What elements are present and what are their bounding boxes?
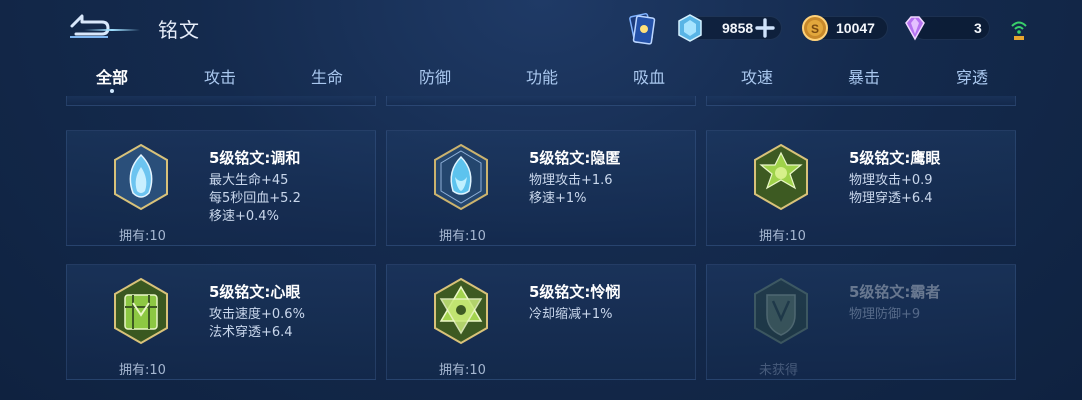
inscription-deck-button[interactable] [624, 12, 660, 45]
inscription-card[interactable]: 5级铭文:怜悯 冷却缩减+1% 拥有:10 [386, 264, 696, 380]
owned-count: 拥有:10 [119, 363, 166, 378]
inscription-name: 5级铭文:调和 [209, 149, 301, 167]
inscription-stat: 攻击速度+0.6% [209, 307, 305, 322]
inscription-stat: 法术穿透+6.4 [209, 325, 293, 340]
inscription-stat: 冷却缩减+1% [529, 307, 613, 322]
inscription-card[interactable]: 5级铭文:心眼 攻击速度+0.6% 法术穿透+6.4 拥有:10 [66, 264, 376, 380]
page-title: 铭文 [158, 18, 200, 42]
inscription-name: 5级铭文:隐匿 [529, 149, 621, 167]
diamond-resource [900, 12, 930, 44]
owned-count: 拥有:10 [759, 229, 806, 244]
owned-count: 拥有:10 [439, 229, 486, 244]
inscription-name: 5级铭文:鹰眼 [849, 149, 941, 167]
add-gems-button[interactable] [754, 17, 776, 39]
green-gate-icon [114, 277, 168, 345]
active-tab-indicator-icon [110, 89, 114, 93]
tab-attack-speed[interactable]: 攻速 [741, 64, 773, 88]
svg-text:S: S [811, 22, 819, 36]
network-status [1008, 16, 1030, 48]
owned-count: 拥有:10 [119, 229, 166, 244]
inscription-stat: 物理穿透+6.4 [849, 191, 933, 206]
inscription-stat: 物理攻击+0.9 [849, 173, 933, 188]
tab-attack[interactable]: 攻击 [204, 64, 236, 88]
inscription-stat: 最大生命+45 [209, 173, 289, 188]
inscription-stat: 每5秒回血+5.2 [209, 191, 301, 206]
back-arrow-icon [70, 14, 110, 38]
purple-diamond-icon [905, 16, 925, 41]
tab-critical[interactable]: 暴击 [848, 64, 880, 88]
owned-count: 拥有:10 [439, 363, 486, 378]
partial-card [706, 96, 1016, 106]
blue-flame-hex-icon [434, 143, 488, 211]
signal-icon [1011, 21, 1027, 40]
blue-flame-icon [114, 143, 168, 211]
tab-defense[interactable]: 防御 [419, 64, 451, 88]
owned-status: 未获得 [759, 363, 799, 378]
partial-card [66, 96, 376, 106]
inscription-card[interactable]: 5级铭文:鹰眼 物理攻击+0.9 物理穿透+6.4 拥有:10 [706, 130, 1016, 246]
inscription-card[interactable]: 5级铭文:隐匿 物理攻击+1.6 移速+1% 拥有:10 [386, 130, 696, 246]
green-star-icon [434, 277, 488, 345]
active-tab-underline [84, 29, 140, 31]
tab-utility[interactable]: 功能 [526, 64, 558, 88]
category-tabs: 全部 攻击 生命 防御 功能 吸血 攻速 暴击 穿透 [52, 60, 1082, 94]
back-button[interactable] [62, 10, 114, 42]
inscription-stat: 物理防御+9 [849, 307, 921, 322]
tab-lifesteal[interactable]: 吸血 [633, 64, 665, 88]
gold-resource: S [800, 12, 830, 44]
gem-resource [676, 12, 704, 44]
inscription-card-locked[interactable]: 5级铭文:霸者 物理防御+9 未获得 [706, 264, 1016, 380]
crystal-gem-icon [678, 14, 702, 42]
tab-penetration[interactable]: 穿透 [956, 64, 988, 88]
inscription-stat: 移速+1% [529, 191, 587, 206]
green-shield-icon [754, 277, 808, 345]
partial-card [386, 96, 696, 106]
gem-count: 9858 [722, 20, 754, 36]
inscription-stat: 物理攻击+1.6 [529, 173, 613, 188]
inscription-name: 5级铭文:怜悯 [529, 283, 621, 301]
diamond-count: 3 [974, 20, 982, 36]
inscription-card[interactable]: 5级铭文:调和 最大生命+45 每5秒回血+5.2 移速+0.4% 拥有:10 [66, 130, 376, 246]
inscription-name: 5级铭文:霸者 [849, 283, 941, 301]
inscription-name: 5级铭文:心眼 [209, 283, 301, 301]
gold-coin-icon: S [802, 15, 828, 41]
tab-health[interactable]: 生命 [311, 64, 343, 88]
plus-icon [755, 18, 775, 38]
gold-count: 10047 [836, 20, 875, 36]
top-bar: 铭文 9858 S 10047 3 [0, 0, 1082, 56]
tab-all[interactable]: 全部 [96, 64, 128, 88]
green-clover-icon [754, 143, 808, 211]
inscription-stat: 移速+0.4% [209, 209, 279, 224]
card-deck-icon [629, 13, 656, 45]
